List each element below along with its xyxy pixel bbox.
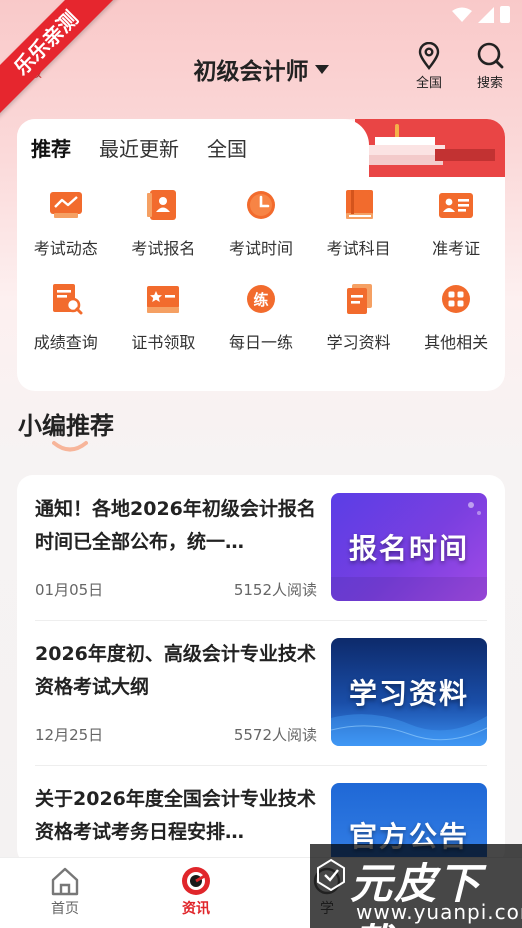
section-header: 小编推荐	[18, 406, 114, 452]
page-title: 初级会计师	[193, 59, 309, 85]
search-button[interactable]: 搜索	[465, 42, 515, 91]
grid-label: 成绩查询	[33, 333, 98, 352]
books-banner-image	[355, 119, 505, 177]
news-meta: 01月05日 5152人阅读	[35, 579, 317, 600]
news-title: 通知！各地2026年初级会计报名时间已全部公布，统一…	[35, 498, 316, 553]
book-icon	[345, 190, 373, 219]
battery-icon	[500, 6, 510, 23]
location-button[interactable]: 全国	[404, 42, 454, 91]
news-reads: 5572人阅读	[233, 726, 317, 744]
news-reads: 5152人阅读	[233, 581, 317, 599]
nav-label: 首页	[51, 901, 79, 917]
grid-label: 学习资料	[326, 333, 391, 352]
clock-icon	[246, 191, 275, 219]
grid-label: 考试科目	[326, 239, 391, 258]
caret-down-icon	[314, 64, 329, 74]
grid-item-certificate[interactable]: 证书领取	[115, 283, 213, 353]
news-thumbnail: 报名时间	[331, 493, 487, 601]
svg-text:练: 练	[253, 291, 268, 309]
thumb-text: 学习资料	[348, 677, 469, 710]
exam-selector[interactable]: 初级会计师	[194, 52, 329, 86]
grid-label: 考试时间	[228, 239, 293, 258]
materials-icon	[346, 284, 372, 314]
tab-recommend[interactable]: 推荐	[31, 133, 71, 162]
wifi-icon	[452, 7, 472, 22]
chart-icon	[49, 192, 82, 218]
grid-label: 每日一练	[228, 333, 293, 352]
news-date: 12月25日	[35, 726, 104, 744]
feature-grid: 考试动态 考试报名 考试时间 考试科目 准考证 成绩查询 证书领取 练 每日一练…	[17, 189, 505, 353]
watermark-overlay: 元皮下载 www.yuanpi.com	[310, 844, 522, 928]
nav-news[interactable]: 资讯	[156, 866, 236, 918]
grid-label: 其他相关	[424, 333, 489, 352]
nav-home[interactable]: 首页	[25, 866, 105, 918]
grid-item-exam-news[interactable]: 考试动态	[17, 189, 115, 259]
location-label: 全国	[415, 76, 442, 91]
certificate-icon	[147, 286, 180, 313]
news-title: 2026年度初、高级会计专业技术资格考试大纲	[35, 643, 316, 698]
more-grid-icon	[442, 285, 471, 313]
news-list: 通知！各地2026年初级会计报名时间已全部公布，统一… 01月05日 5152人…	[17, 475, 505, 865]
section-title: 小编推荐	[18, 412, 114, 440]
home-icon	[51, 867, 79, 896]
news-thumbnail: 学习资料	[331, 638, 487, 746]
tab-recent[interactable]: 最近更新	[99, 133, 179, 162]
tab-bar: 推荐 最近更新 全国	[31, 133, 247, 162]
news-meta: 12月25日 5572人阅读	[35, 724, 317, 745]
register-icon	[147, 190, 177, 220]
watermark-logo-icon	[317, 858, 345, 892]
grid-item-register[interactable]: 考试报名	[115, 189, 213, 259]
thumb-text: 报名时间	[348, 532, 469, 565]
news-item[interactable]: 2026年度初、高级会计专业技术资格考试大纲 12月25日 5572人阅读 学习…	[17, 620, 505, 765]
signal-icon	[478, 6, 494, 23]
grid-item-admission-ticket[interactable]: 准考证	[407, 189, 505, 259]
feature-card: 推荐 最近更新 全国 考试动态 考试报名 考试时间 考试科目 准考证 成绩查询 …	[17, 119, 505, 391]
smile-underline-icon	[52, 441, 88, 452]
practice-icon: 练	[246, 285, 275, 313]
grid-item-exam-time[interactable]: 考试时间	[212, 189, 310, 259]
grid-item-exam-subjects[interactable]: 考试科目	[310, 189, 408, 259]
grid-item-daily-practice[interactable]: 练 每日一练	[212, 283, 310, 353]
news-item[interactable]: 通知！各地2026年初级会计报名时间已全部公布，统一… 01月05日 5152人…	[17, 475, 505, 620]
search-label: 搜索	[476, 76, 503, 91]
news-date: 01月05日	[35, 581, 104, 599]
tab-nationwide[interactable]: 全国	[207, 133, 247, 162]
nav-label: 资讯	[182, 901, 210, 917]
tab-header: 推荐 最近更新 全国	[17, 119, 505, 177]
id-card-icon	[439, 193, 474, 218]
grid-label: 考试动态	[33, 239, 98, 258]
grid-label: 准考证	[432, 239, 481, 258]
grid-item-other[interactable]: 其他相关	[407, 283, 505, 353]
location-pin-icon	[418, 42, 440, 70]
watermark-url: www.yuanpi.com	[356, 900, 522, 924]
grid-item-score-query[interactable]: 成绩查询	[17, 283, 115, 353]
grid-item-study-materials[interactable]: 学习资料	[310, 283, 408, 353]
grid-label: 考试报名	[131, 239, 196, 258]
grid-label: 证书领取	[131, 333, 196, 352]
news-title: 关于2026年度全国会计专业技术资格考试考务日程安排…	[35, 788, 316, 843]
status-icons	[452, 6, 510, 23]
search-icon	[477, 42, 504, 69]
news-eye-icon	[182, 867, 210, 895]
score-search-icon	[52, 284, 83, 315]
